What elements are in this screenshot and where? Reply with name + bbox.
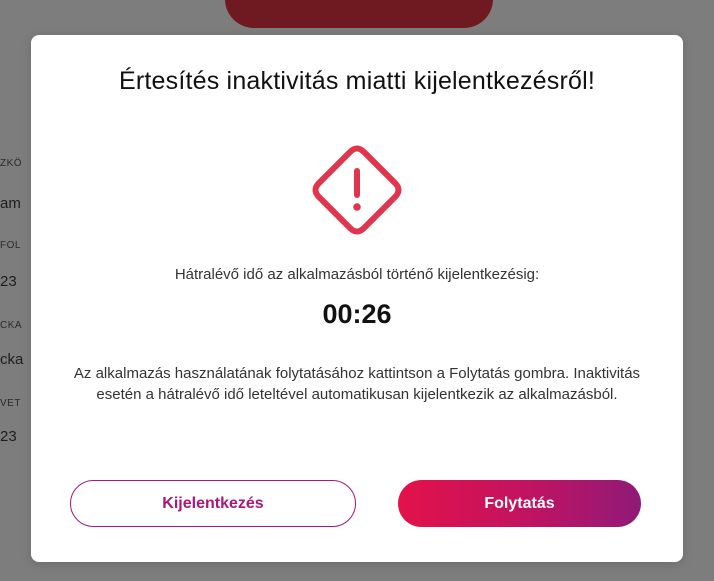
inactivity-logout-dialog: Értesítés inaktivitás miatti kijelentkez… [31, 35, 683, 562]
remaining-time-label: Hátralévő idő az alkalmazásból történő k… [174, 266, 540, 283]
background-value: cka [0, 351, 24, 368]
logout-button[interactable]: Kijelentkezés [70, 480, 356, 527]
background-value: 23 [0, 273, 17, 290]
dialog-title: Értesítés inaktivitás miatti kijelentkez… [118, 67, 596, 95]
warning-diamond-icon [312, 145, 402, 235]
background-label: ZKÖ [0, 158, 23, 169]
background-value: 23 [0, 428, 17, 445]
background-header-button [225, 0, 493, 28]
countdown-timer: 00:26 [322, 299, 392, 329]
continue-button[interactable]: Folytatás [398, 480, 641, 527]
background-label: FOL [0, 240, 21, 251]
info-message: Az alkalmazás használatának folytatásáho… [73, 365, 641, 403]
background-value: am [0, 195, 21, 212]
background-label: VET [0, 398, 21, 409]
background-label: CKA [0, 320, 23, 331]
